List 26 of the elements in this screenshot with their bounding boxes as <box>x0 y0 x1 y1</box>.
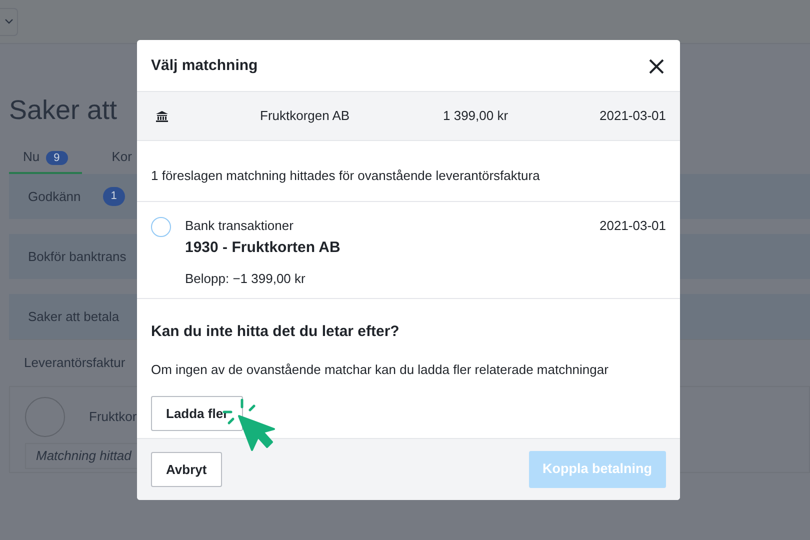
bank-icon <box>156 110 168 122</box>
avatar <box>25 397 65 437</box>
invoice-date: 2021-03-01 <box>600 107 666 126</box>
match-title: 1930 - Fruktkorten AB <box>185 238 342 258</box>
count-badge: 9 <box>46 150 68 164</box>
count-badge: 1 <box>102 187 125 206</box>
dialog-title: Välj matchning <box>151 56 258 74</box>
subheader-text: Leverantörsfaktur <box>24 354 126 372</box>
match-date: 2021-03-01 <box>600 217 666 235</box>
cancel-button[interactable]: Avbryt <box>151 452 222 488</box>
section-title: Godkänn <box>28 188 81 206</box>
match-source: Bank transaktioner <box>185 217 294 235</box>
page-title: Saker att <box>9 94 118 127</box>
match-amount: Belopp: −1 399,00 kr <box>185 270 306 288</box>
dropdown[interactable] <box>0 8 18 36</box>
radio-button[interactable] <box>151 217 171 237</box>
chevron-icon <box>4 19 12 24</box>
section-title: Saker att betala <box>28 308 120 326</box>
invoice-amount: 1 399,00 kr <box>443 107 508 126</box>
help-text: Om ingen av de ovanstående matchar kan du ladda fler relaterade matchningar <box>151 361 610 379</box>
help-title: Kan du inte hitta det du letar efter? <box>151 323 400 341</box>
match-row[interactable]: Bank transaktioner 1930 - Fruktkorten AB Belopp: −1 399,00 kr 2021-03-01 <box>137 202 680 299</box>
supplier-name: Fruktkorgen AB <box>260 107 351 126</box>
section-title: Bokför banktrans <box>28 248 126 266</box>
match-summary: 1 föreslagen matchning hittades för ovanstående leverantörsfaktura <box>151 167 540 186</box>
supplier-name: Fruktkor <box>89 408 137 426</box>
